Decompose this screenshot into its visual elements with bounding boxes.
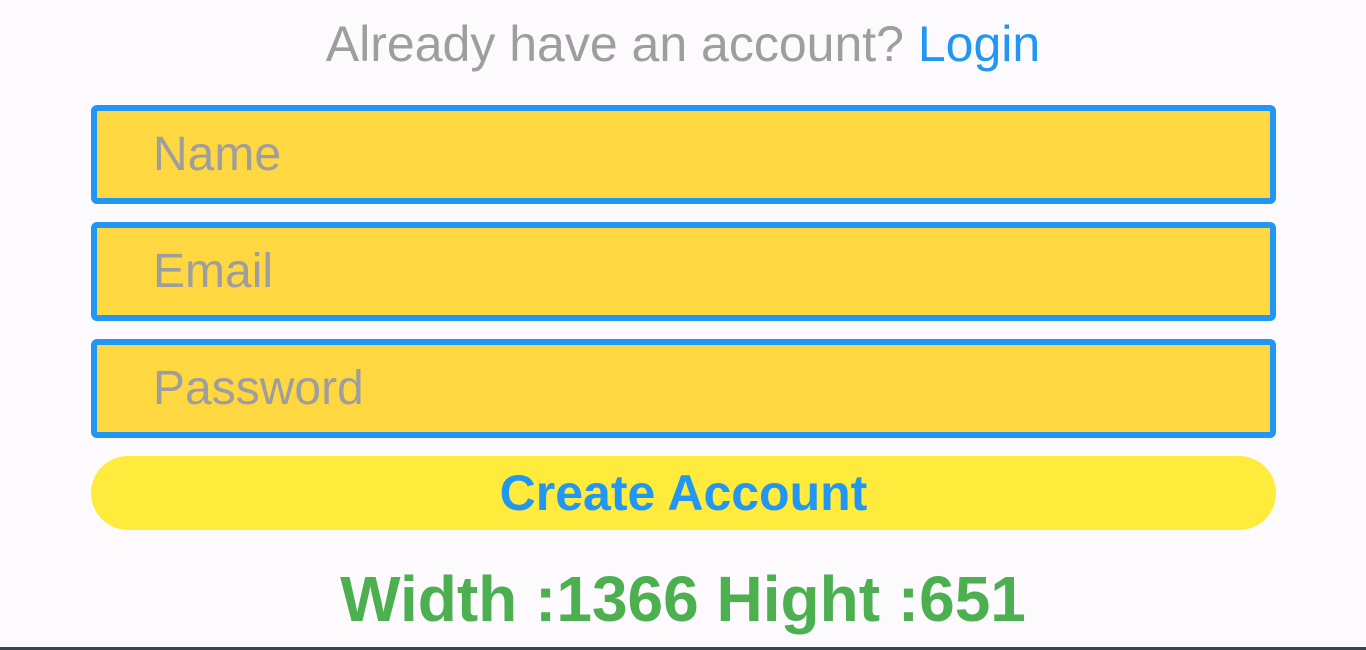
email-input[interactable]	[91, 222, 1276, 321]
dimensions-readout: Width :1366 Hight :651	[340, 563, 1026, 635]
create-account-button[interactable]: Create Account	[91, 456, 1276, 530]
login-link[interactable]: Login	[918, 16, 1040, 72]
login-prompt-text: Already have an account?	[325, 16, 918, 72]
login-prompt: Already have an account? Login	[0, 14, 1366, 74]
signup-screen: Already have an account? Login Create Ac…	[0, 0, 1366, 650]
password-input[interactable]	[91, 339, 1276, 438]
name-input[interactable]	[91, 105, 1276, 204]
